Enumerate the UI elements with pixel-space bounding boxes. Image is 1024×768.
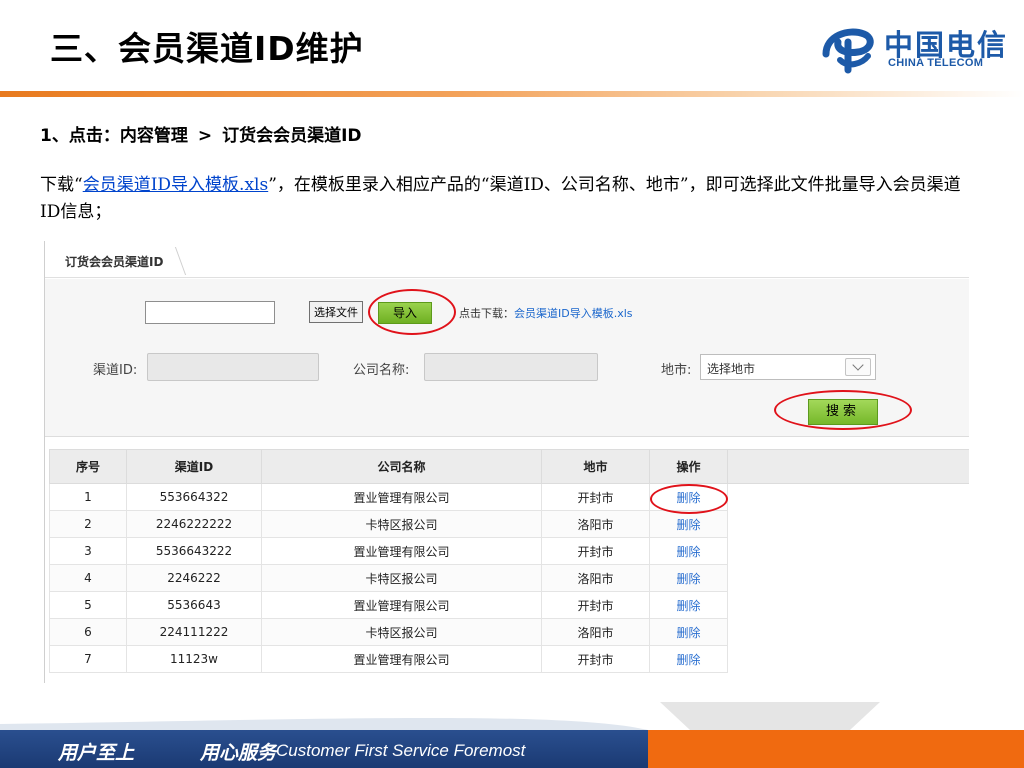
download-template-link[interactable]: 会员渠道ID导入模板.xls — [514, 307, 633, 320]
table-row: 2 2246222222 卡特区报公司 洛阳市 删除 — [49, 510, 728, 538]
chevron-down-icon[interactable] — [845, 358, 871, 376]
col-header-channel-id: 渠道ID — [126, 449, 262, 484]
delete-link[interactable]: 删除 — [649, 537, 728, 565]
col-header-index: 序号 — [49, 449, 127, 484]
col-header-company: 公司名称 — [261, 449, 542, 484]
footer-orange-band — [648, 730, 1024, 768]
cell-channel-id: 11123w — [126, 645, 262, 673]
file-path-input[interactable] — [145, 301, 275, 324]
cell-city: 洛阳市 — [541, 510, 650, 538]
delete-link[interactable]: 删除 — [649, 645, 728, 673]
table-row: 5 5536643 置业管理有限公司 开封市 删除 — [49, 591, 728, 619]
company-name-input[interactable] — [424, 353, 598, 381]
cell-channel-id: 2246222222 — [126, 510, 262, 538]
highlight-circle-delete — [650, 484, 728, 514]
table-header-row: 序号 渠道ID 公司名称 地市 操作 — [49, 449, 728, 484]
channel-id-input[interactable] — [147, 353, 319, 381]
table-row: 4 2246222 卡特区报公司 洛阳市 删除 — [49, 564, 728, 592]
cell-city: 洛阳市 — [541, 618, 650, 646]
delete-link[interactable]: 删除 — [649, 510, 728, 538]
cell-city: 开封市 — [541, 591, 650, 619]
table-row: 6 224111222 卡特区报公司 洛阳市 删除 — [49, 618, 728, 646]
delete-link[interactable]: 删除 — [649, 618, 728, 646]
city-select-value: 选择地市 — [707, 362, 756, 376]
cell-channel-id: 2246222 — [126, 564, 262, 592]
cell-channel-id: 553664322 — [126, 483, 262, 511]
table-row: 7 11123w 置业管理有限公司 开封市 删除 — [49, 645, 728, 673]
china-telecom-logo: 中国电信 CHINA TELECOM — [818, 22, 1014, 78]
highlight-circle-import — [368, 289, 456, 335]
col-header-action: 操作 — [649, 449, 728, 484]
cell-company: 置业管理有限公司 — [261, 537, 542, 565]
cell-company: 卡特区报公司 — [261, 618, 542, 646]
company-name-label: 公司名称: — [353, 363, 410, 378]
cell-city: 洛阳市 — [541, 564, 650, 592]
description: 下载“会员渠道ID导入模板.xls”，在模板里录入相应产品的“渠道ID、公司名称… — [40, 172, 970, 226]
city-select[interactable]: 选择地市 — [700, 354, 876, 380]
channel-id-label: 渠道ID: — [93, 363, 138, 378]
tab-channel-id[interactable]: 订货会会员渠道ID — [53, 247, 181, 275]
slide-title: 三、会员渠道ID维护 — [50, 29, 364, 68]
table-row: 1 553664322 置业管理有限公司 开封市 删除 — [49, 483, 728, 511]
step-arrow: > — [197, 126, 213, 146]
table-header-filler — [727, 449, 969, 484]
delete-link[interactable]: 删除 — [649, 564, 728, 592]
download-prefix: 点击下载： — [459, 307, 514, 320]
cell-index: 2 — [49, 510, 127, 538]
step-instruction: 1、点击：内容管理 > 订货会会员渠道ID — [40, 121, 362, 146]
footer-slogan-2: 用心服务 — [200, 742, 277, 764]
cell-index: 4 — [49, 564, 127, 592]
channel-table: 序号 渠道ID 公司名称 地市 操作 1 553664322 置业管理有限公司 … — [49, 449, 728, 673]
highlight-circle-search — [774, 390, 912, 430]
cell-city: 开封市 — [541, 645, 650, 673]
cell-channel-id: 5536643 — [126, 591, 262, 619]
footer-slogan-en: Customer First Service Foremost — [276, 741, 526, 760]
footer-slogan-1: 用户至上 — [58, 742, 135, 764]
cell-index: 3 — [49, 537, 127, 565]
cell-channel-id: 224111222 — [126, 618, 262, 646]
cell-company: 置业管理有限公司 — [261, 645, 542, 673]
delete-link[interactable]: 删除 — [649, 591, 728, 619]
cell-company: 置业管理有限公司 — [261, 483, 542, 511]
cell-company: 置业管理有限公司 — [261, 591, 542, 619]
desc-prefix: 下载“ — [40, 175, 83, 195]
cell-index: 5 — [49, 591, 127, 619]
header-divider — [0, 91, 1024, 97]
cell-city: 开封市 — [541, 483, 650, 511]
col-header-city: 地市 — [541, 449, 650, 484]
city-label: 地市: — [661, 363, 692, 378]
step-target: 订货会会员渠道ID — [222, 126, 362, 146]
filter-form: 选择文件 导入 点击下载：会员渠道ID导入模板.xls 渠道ID: 公司名称: … — [45, 279, 969, 437]
app-panel: 订货会会员渠道ID 选择文件 导入 点击下载：会员渠道ID导入模板.xls 渠道… — [44, 241, 969, 683]
logo-text-en: CHINA TELECOM — [888, 57, 984, 69]
cell-company: 卡特区报公司 — [261, 510, 542, 538]
cell-index: 1 — [49, 483, 127, 511]
tab-strip: 订货会会员渠道ID — [45, 241, 969, 278]
cell-channel-id: 5536643222 — [126, 537, 262, 565]
template-download-link[interactable]: 会员渠道ID导入模板.xls — [83, 175, 269, 195]
table-row: 3 5536643222 置业管理有限公司 开封市 删除 — [49, 537, 728, 565]
cell-index: 6 — [49, 618, 127, 646]
cell-company: 卡特区报公司 — [261, 564, 542, 592]
step-path: 1、点击：内容管理 — [40, 126, 188, 146]
cell-city: 开封市 — [541, 537, 650, 565]
footer-banner: 用户至上 用心服务 Customer First Service Foremos… — [0, 730, 1024, 768]
download-hint: 点击下载：会员渠道ID导入模板.xls — [459, 305, 633, 321]
choose-file-button[interactable]: 选择文件 — [309, 301, 363, 323]
footer-wave-decoration — [0, 702, 880, 730]
cell-index: 7 — [49, 645, 127, 673]
china-telecom-logo-icon — [822, 28, 874, 74]
